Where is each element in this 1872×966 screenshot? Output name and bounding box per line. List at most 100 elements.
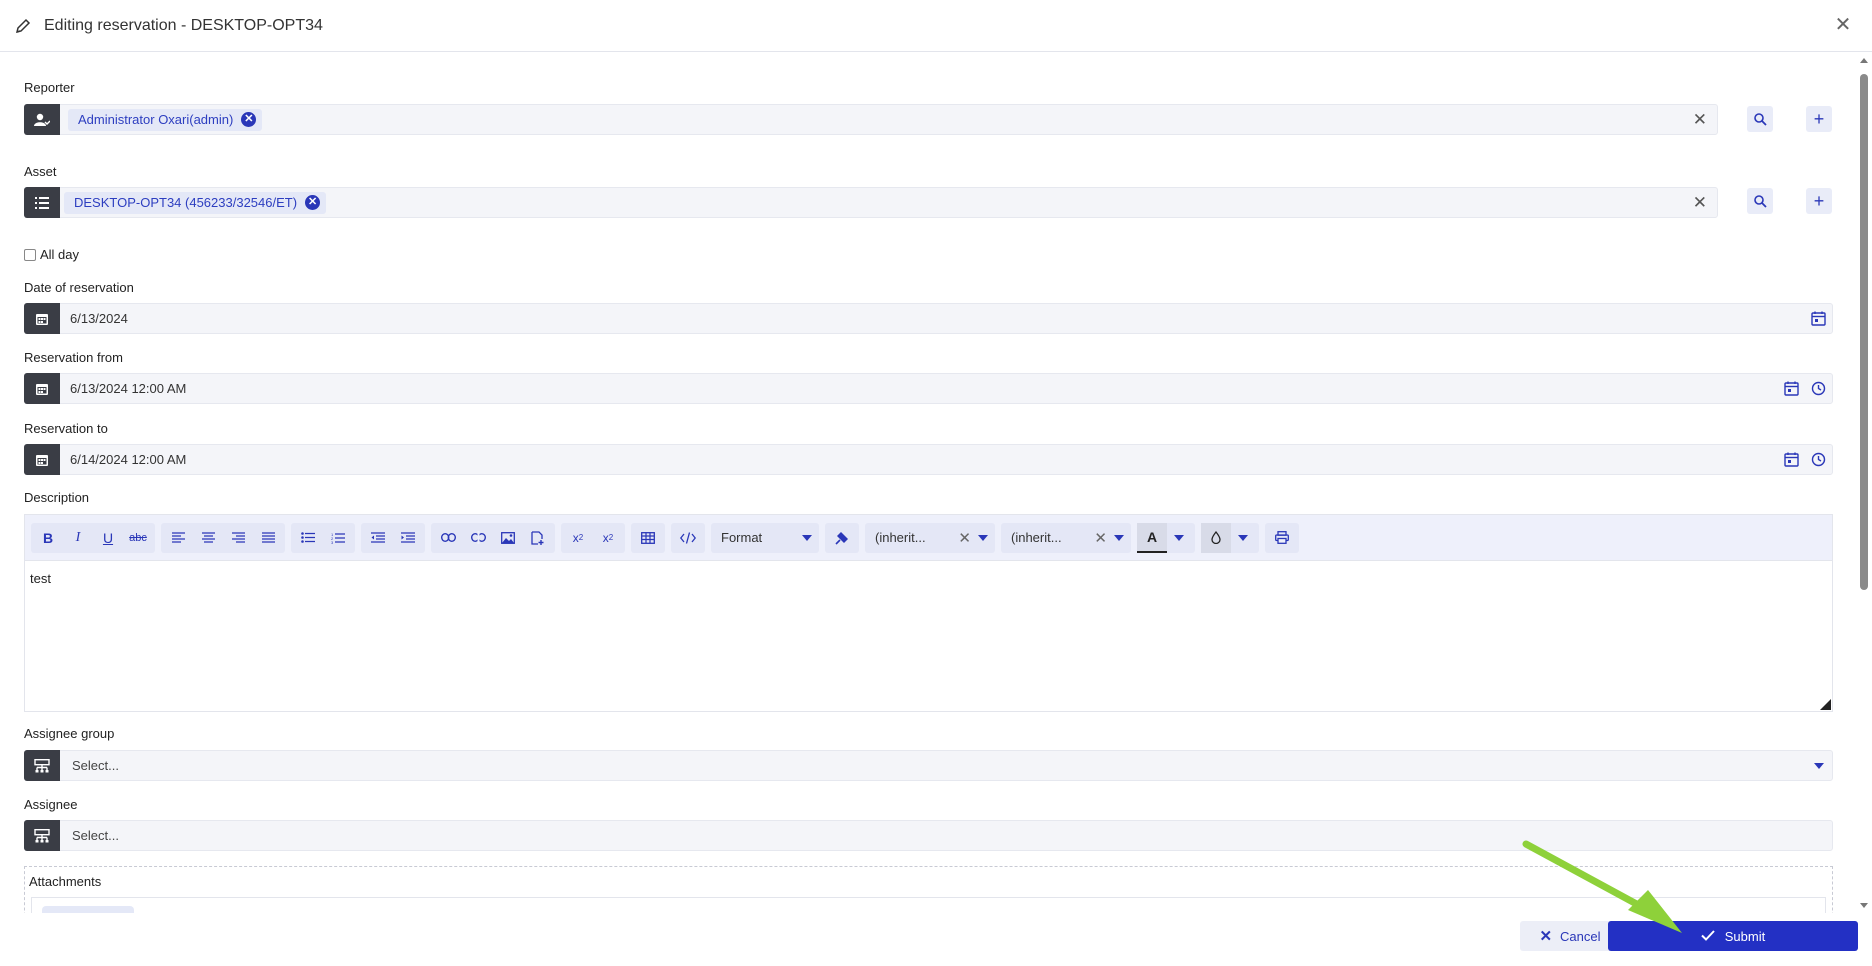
text-color-picker[interactable]: A xyxy=(1137,522,1195,553)
scroll-down-icon[interactable] xyxy=(1860,903,1868,908)
clock-icon[interactable] xyxy=(1811,452,1826,470)
table-icon[interactable] xyxy=(633,523,663,553)
chevron-down-icon[interactable] xyxy=(795,523,819,553)
remove-chip-icon[interactable]: ✕ xyxy=(241,112,257,127)
resize-handle-icon[interactable] xyxy=(1820,699,1831,710)
outdent-icon[interactable] xyxy=(363,523,393,553)
plus-icon: + xyxy=(1813,190,1825,211)
assignee-select[interactable]: Select... xyxy=(24,820,1833,851)
bullet-list-icon[interactable] xyxy=(293,523,323,553)
chevron-down-icon[interactable] xyxy=(1167,523,1191,553)
align-center-icon[interactable] xyxy=(193,523,223,553)
reservation-to-value: 6/14/2024 12:00 AM xyxy=(70,452,187,467)
search-icon xyxy=(1753,194,1767,208)
reservation-to-field[interactable]: 6/14/2024 12:00 AM xyxy=(24,444,1833,475)
calendar-picker-icon[interactable] xyxy=(1811,311,1826,329)
insert-file-icon[interactable] xyxy=(523,523,553,553)
reporter-field[interactable]: Administrator Oxari(admin) ✕ ✕ xyxy=(24,104,1718,135)
calendar-icon xyxy=(24,373,60,404)
submit-button[interactable]: Submit xyxy=(1608,921,1858,951)
reporter-chip-text: Administrator Oxari(admin) xyxy=(78,112,234,127)
chevron-down-icon[interactable] xyxy=(1107,523,1131,553)
indent-icon[interactable] xyxy=(393,523,423,553)
date-of-reservation-field[interactable]: 6/13/2024 xyxy=(24,303,1833,334)
reporter-chip: Administrator Oxari(admin) ✕ xyxy=(68,108,263,131)
dialog-titlebar: Editing reservation - DESKTOP-OPT34 ✕ xyxy=(0,0,1872,52)
reservation-from-field[interactable]: 6/13/2024 12:00 AM xyxy=(24,373,1833,404)
remove-chip-icon[interactable]: ✕ xyxy=(305,195,321,210)
align-group xyxy=(161,522,285,553)
background-color-picker[interactable] xyxy=(1201,522,1259,553)
date-of-reservation-label: Date of reservation xyxy=(24,280,134,295)
numbered-list-icon[interactable]: 123 xyxy=(323,523,353,553)
all-day-checkbox[interactable] xyxy=(24,249,36,261)
org-chart-icon xyxy=(24,750,60,781)
strikethrough-icon[interactable]: abc xyxy=(123,523,153,553)
clear-icon[interactable]: ✕ xyxy=(958,529,971,547)
scroll-up-icon[interactable] xyxy=(1860,58,1868,63)
chevron-down-icon[interactable] xyxy=(1814,763,1824,769)
reservation-from-value: 6/13/2024 12:00 AM xyxy=(70,381,187,396)
format-select[interactable]: Format xyxy=(711,522,819,553)
description-label: Description xyxy=(24,490,90,505)
font-size-value: (inherit... xyxy=(1011,530,1062,545)
dialog-content[interactable]: Reporter Administrator Oxari(admin) ✕ ✕ … xyxy=(0,53,1858,913)
reservation-to-label: Reservation to xyxy=(24,421,108,436)
subscript-icon[interactable]: x2 xyxy=(563,523,593,553)
clear-formatting-icon[interactable] xyxy=(827,523,857,553)
reporter-add-button[interactable]: + xyxy=(1806,106,1832,132)
asset-chip-text: DESKTOP-OPT34 (456233/32546/ET) xyxy=(74,195,298,210)
search-icon xyxy=(1753,112,1767,126)
chevron-down-icon[interactable] xyxy=(971,523,995,553)
clock-icon[interactable] xyxy=(1811,381,1826,399)
table-group xyxy=(631,522,665,553)
scrollbar-thumb[interactable] xyxy=(1860,74,1868,590)
font-family-select[interactable]: (inherit... ✕ xyxy=(865,522,995,553)
italic-icon[interactable]: I xyxy=(63,523,93,553)
font-size-select[interactable]: (inherit... ✕ xyxy=(1001,522,1131,553)
attachments-label: Attachments xyxy=(29,874,102,889)
cancel-button[interactable]: ✕ Cancel xyxy=(1520,921,1620,951)
reporter-search-button[interactable] xyxy=(1747,106,1773,132)
text-color-icon[interactable]: A xyxy=(1137,522,1167,553)
close-icon: ✕ xyxy=(1539,928,1553,945)
org-chart-icon xyxy=(24,820,60,851)
assignee-placeholder: Select... xyxy=(72,828,119,843)
image-icon[interactable] xyxy=(493,523,523,553)
calendar-picker-icon[interactable] xyxy=(1784,381,1799,399)
bold-icon[interactable]: B xyxy=(33,523,63,553)
chevron-down-icon[interactable] xyxy=(1231,523,1255,553)
print-icon[interactable] xyxy=(1267,523,1297,553)
clear-icon[interactable]: ✕ xyxy=(1094,529,1107,547)
superscript-icon[interactable]: x2 xyxy=(593,523,623,553)
align-right-icon[interactable] xyxy=(223,523,253,553)
clear-icon[interactable]: ✕ xyxy=(1693,193,1707,213)
assignee-group-placeholder: Select... xyxy=(72,758,119,773)
all-day-label: All day xyxy=(40,247,80,262)
scrollbar[interactable] xyxy=(1860,58,1868,908)
calendar-picker-icon[interactable] xyxy=(1784,452,1799,470)
description-editor[interactable]: B I U abc 123 x2 x2 Format (inherit... ✕… xyxy=(24,514,1833,712)
link-icon[interactable] xyxy=(433,523,463,553)
asset-label: Asset xyxy=(24,164,57,179)
clear-icon[interactable]: ✕ xyxy=(1693,110,1707,130)
fill-drop-icon[interactable] xyxy=(1201,522,1231,553)
unlink-icon[interactable] xyxy=(463,523,493,553)
editor-content[interactable]: test xyxy=(25,561,1832,596)
format-select-value: Format xyxy=(721,530,763,545)
asset-add-button[interactable]: + xyxy=(1806,188,1832,214)
assignee-group-label: Assignee group xyxy=(24,726,115,741)
asset-search-button[interactable] xyxy=(1747,188,1773,214)
align-justify-icon[interactable] xyxy=(253,523,283,553)
code-icon[interactable] xyxy=(673,523,703,553)
cancel-label: Cancel xyxy=(1560,928,1601,944)
underline-icon[interactable]: U xyxy=(93,523,123,553)
asset-field[interactable]: DESKTOP-OPT34 (456233/32546/ET) ✕ ✕ xyxy=(24,187,1718,218)
align-left-icon[interactable] xyxy=(163,523,193,553)
close-icon[interactable]: ✕ xyxy=(1832,14,1854,36)
list-icon xyxy=(24,187,60,218)
svg-text:3: 3 xyxy=(331,540,334,544)
assignee-group-select[interactable]: Select... xyxy=(24,750,1833,781)
indent-group xyxy=(361,522,425,553)
calendar-icon xyxy=(24,303,60,334)
